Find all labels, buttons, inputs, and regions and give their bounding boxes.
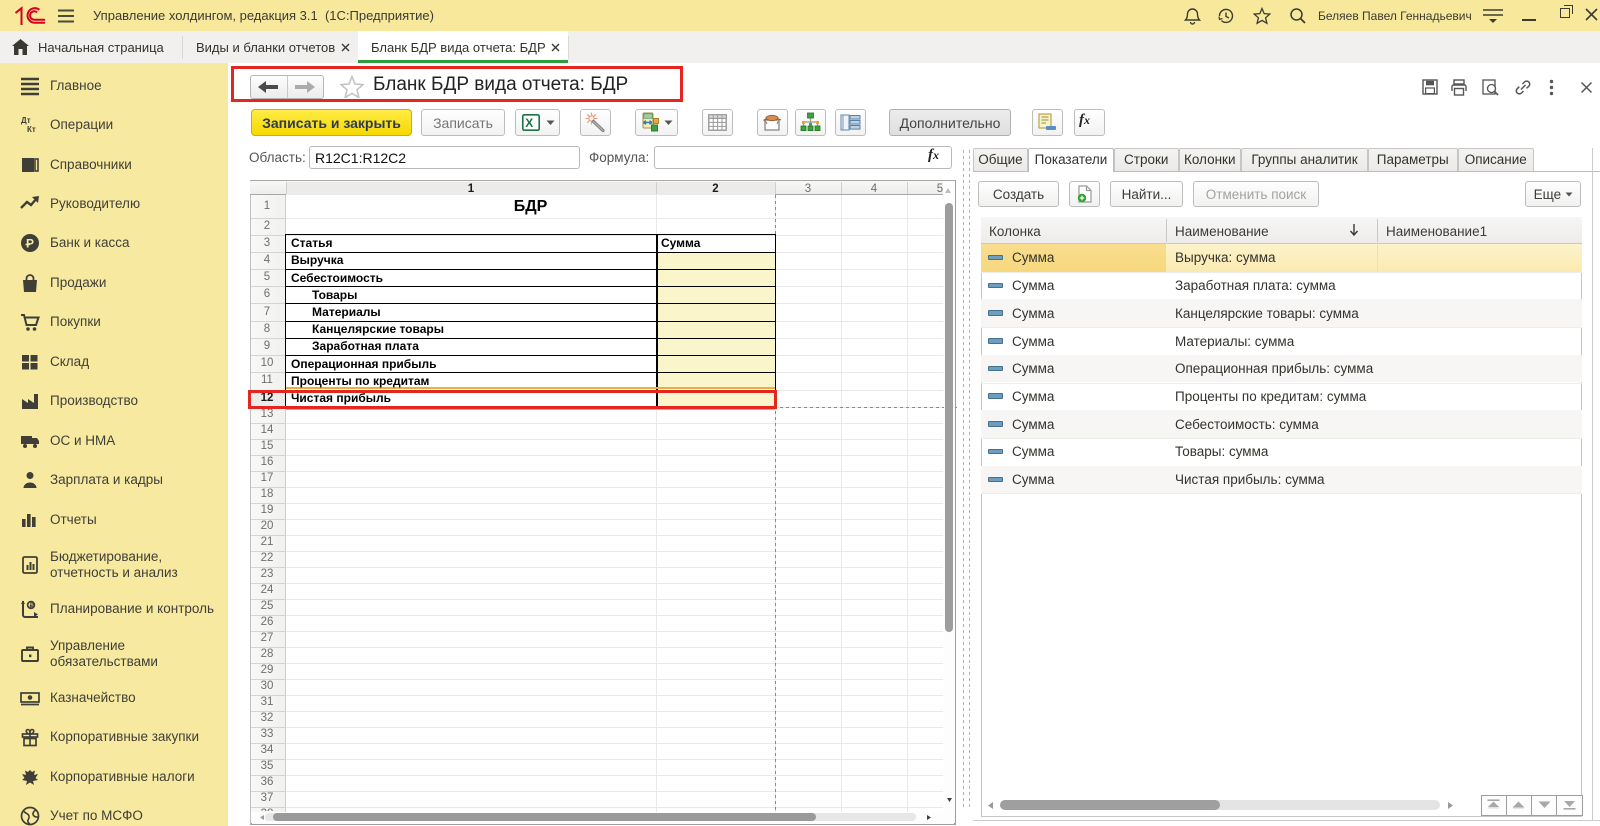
svg-text:Р: Р: [26, 237, 34, 251]
svg-text:X: X: [525, 116, 533, 130]
svg-text:Дт: Дт: [21, 116, 31, 125]
svg-text:Кт: Кт: [27, 125, 36, 134]
